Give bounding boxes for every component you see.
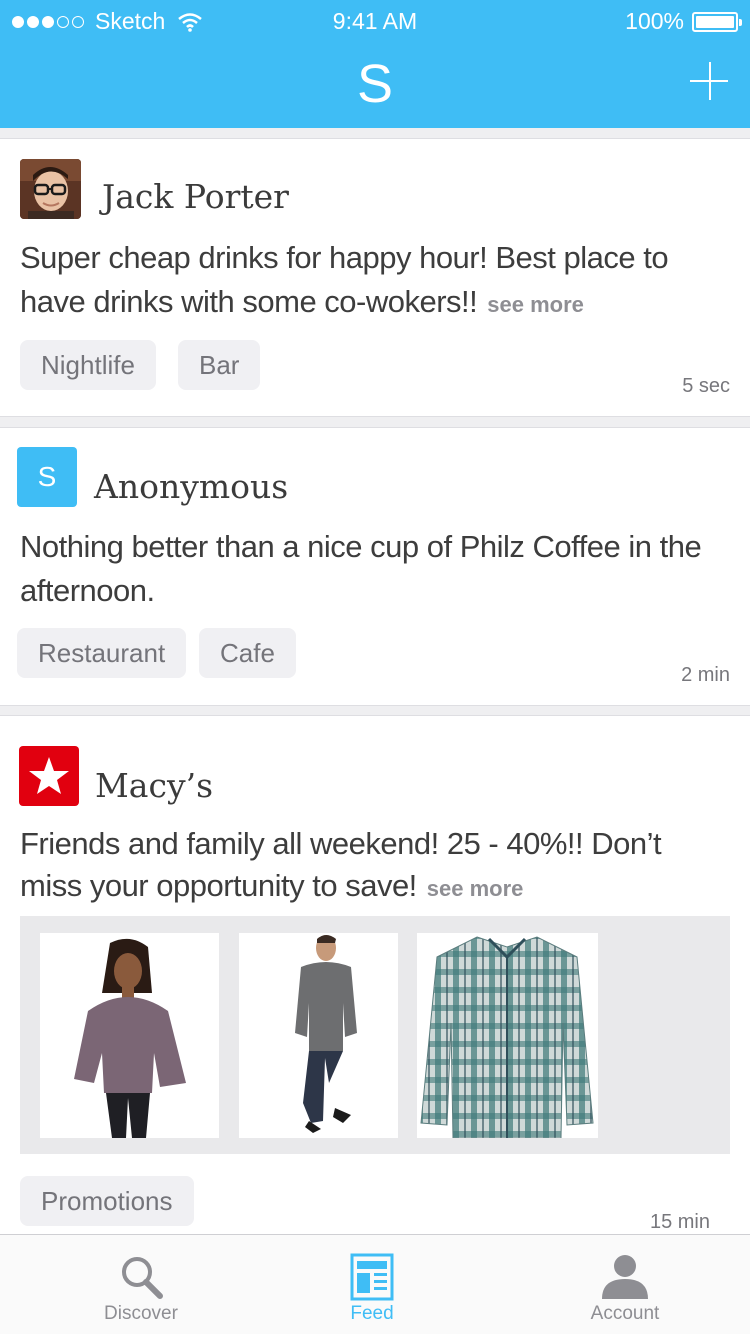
product-image[interactable]	[417, 933, 598, 1138]
tab-bar: Discover Feed Account	[0, 1234, 750, 1334]
user-photo-icon	[20, 159, 81, 219]
post-text: Super cheap drinks for happy hour! Best …	[20, 236, 720, 327]
app-screen: Sketch 9:41 AM 100% S Jack Porter Super …	[0, 0, 750, 1334]
battery-icon	[692, 11, 742, 32]
battery-label: 100%	[625, 8, 684, 34]
post-card[interactable]: Macy’s Friends and family all weekend! 2…	[0, 715, 750, 1255]
tab-account[interactable]: Account	[500, 1235, 750, 1334]
tab-label: Account	[590, 1303, 660, 1324]
tag-nightlife[interactable]: Nightlife	[20, 340, 156, 390]
promo-gallery	[20, 916, 730, 1154]
avatar[interactable]	[19, 746, 79, 806]
author-name[interactable]: Macy’s	[95, 766, 213, 805]
post-body: Nothing better than a nice cup of Philz …	[20, 529, 702, 608]
product-image[interactable]	[239, 933, 398, 1138]
see-more-link[interactable]: see more	[427, 876, 524, 901]
tab-discover[interactable]: Discover	[16, 1235, 266, 1334]
post-text: Nothing better than a nice cup of Philz …	[20, 525, 720, 613]
star-icon	[29, 757, 69, 794]
avatar[interactable]	[20, 159, 81, 219]
post-text: Friends and family all weekend! 25 - 40%…	[20, 823, 720, 910]
author-name[interactable]: Anonymous	[94, 467, 288, 506]
status-bar: Sketch 9:41 AM 100%	[0, 0, 750, 40]
man-sweater-image	[295, 935, 357, 1133]
app-logo: S	[356, 54, 394, 114]
woman-sweater-image	[74, 938, 186, 1138]
tab-label: Feed	[350, 1303, 394, 1324]
plus-icon[interactable]	[690, 60, 730, 100]
feed-icon	[350, 1253, 394, 1301]
author-name[interactable]: Jack Porter	[102, 177, 289, 216]
tag-bar[interactable]: Bar	[178, 340, 261, 390]
tab-label: Discover	[104, 1303, 178, 1324]
person-icon	[602, 1255, 648, 1299]
tag-promotions[interactable]: Promotions	[20, 1176, 194, 1226]
product-image[interactable]	[40, 933, 219, 1138]
post-time: 15 min	[649, 1211, 710, 1233]
tag-restaurant[interactable]: Restaurant	[17, 628, 187, 678]
search-icon	[122, 1257, 163, 1299]
header-bar: Sketch 9:41 AM 100% S	[0, 0, 750, 128]
post-time: 5 sec	[682, 375, 730, 397]
post-body: Friends and family all weekend! 25 - 40%…	[20, 826, 662, 903]
post-card[interactable]: Jack Porter Super cheap drinks for happy…	[0, 138, 750, 417]
post-time: 2 min	[681, 664, 730, 686]
post-card[interactable]: S Anonymous Nothing better than a nice c…	[0, 427, 750, 706]
plaid-shirt-image	[420, 936, 594, 1138]
tab-feed[interactable]: Feed	[247, 1235, 497, 1334]
see-more-link[interactable]: see more	[487, 292, 584, 317]
tag-cafe[interactable]: Cafe	[199, 628, 296, 678]
avatar[interactable]: S	[17, 447, 77, 507]
